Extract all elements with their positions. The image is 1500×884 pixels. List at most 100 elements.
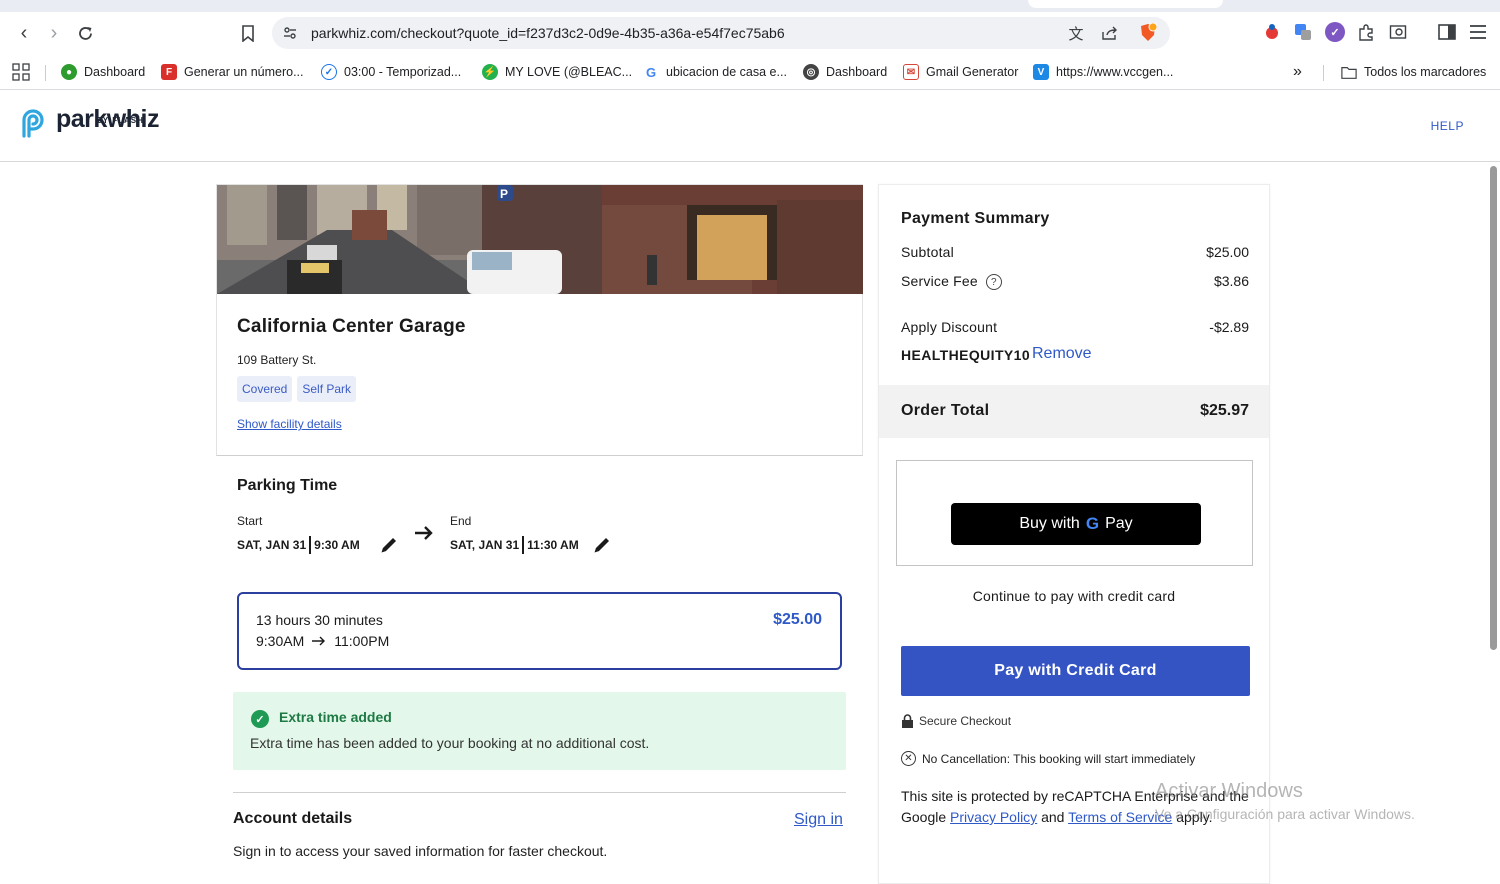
subtotal-label: Subtotal	[901, 244, 954, 260]
subtotal-value: $25.00	[1206, 244, 1249, 260]
order-total-value: $25.97	[1200, 402, 1249, 419]
account-details-title: Account details	[233, 810, 353, 827]
sidebar-toggle-icon[interactable]	[1437, 22, 1457, 42]
parkwhiz-logo-icon	[22, 109, 44, 138]
bookmark-label: Dashboard	[826, 65, 888, 79]
page-scrollbar[interactable]	[1488, 162, 1500, 864]
secure-checkout-label: Secure Checkout	[919, 714, 1012, 728]
facility-photo: P	[217, 185, 863, 294]
lightning-favicon-icon: ⚡	[482, 64, 498, 80]
end-label: End	[450, 514, 472, 528]
end-datetime[interactable]: SAT, JAN 31 11:30 AM	[450, 536, 579, 554]
bookmark-ubicacion[interactable]: Gubicacion de casa e...	[643, 62, 787, 82]
bookmark-label: Gmail Generator	[926, 65, 1019, 79]
bookmark-label: https://www.vccgen...	[1056, 65, 1174, 79]
tag-self-park: Self Park	[297, 376, 357, 402]
url-text: parkwhiz.com/checkout?quote_id=f237d3c2-…	[311, 25, 785, 41]
facility-card: P California Center Garage 109 Battery S…	[216, 184, 863, 456]
help-question-icon[interactable]: ?	[985, 274, 1002, 291]
account-description: Sign in to access your saved information…	[233, 843, 608, 859]
service-fee-value: $3.86	[1213, 273, 1249, 289]
active-tab[interactable]	[1028, 0, 1223, 8]
option-price: $25.00	[773, 611, 822, 628]
start-time: 9:30 AM	[314, 538, 360, 552]
google-favicon-icon: G	[643, 64, 659, 80]
bookmark-temporizador[interactable]: ✓ 03:00 - Temporizad...	[321, 62, 461, 82]
site-settings-icon[interactable]	[280, 23, 300, 43]
datetime-separator	[309, 536, 312, 554]
svg-text:P: P	[500, 187, 508, 201]
payment-summary-card: Payment Summary Subtotal $25.00 Service …	[878, 184, 1270, 884]
secure-checkout: Secure Checkout	[901, 714, 1011, 728]
all-bookmarks-folder[interactable]: Todos los marcadores	[1341, 62, 1486, 82]
extension-translate-icon[interactable]	[1293, 22, 1313, 42]
share-icon[interactable]	[1100, 23, 1120, 43]
service-fee-label: Service Fee	[901, 273, 978, 289]
privacy-policy-link[interactable]: Privacy Policy	[950, 809, 1037, 825]
option-from: 9:30AM	[256, 633, 305, 649]
parking-time-title: Parking Time	[237, 477, 338, 494]
extension-purple-icon[interactable]: ✓	[1325, 22, 1345, 42]
lock-icon	[902, 714, 913, 728]
forward-icon[interactable]: ›	[43, 22, 65, 44]
bookmark-label: Dashboard	[84, 65, 146, 79]
bookmark-dashboard[interactable]: ● Dashboard	[61, 62, 145, 82]
bookmark-gmail-generator[interactable]: ✉ Gmail Generator	[903, 62, 1018, 82]
back-icon[interactable]: ‹	[13, 22, 35, 44]
gpay-suffix: Pay	[1105, 515, 1133, 532]
option-to: 11:00PM	[334, 633, 390, 649]
bookmark-generar-numero[interactable]: F Generar un número...	[161, 62, 304, 82]
reload-icon[interactable]	[74, 22, 96, 44]
extension-ladybug-icon[interactable]	[1262, 22, 1282, 42]
scrollbar-thumb[interactable]	[1490, 166, 1497, 650]
no-cancellation-text: No Cancellation: This booking will start…	[922, 751, 1196, 766]
sign-in-link[interactable]: Sign in	[794, 811, 843, 829]
parking-option-selected[interactable]: 13 hours 30 minutes 9:30AM 11:00PM $25.0…	[237, 592, 842, 670]
logo-subtitle: BY FLASH	[96, 116, 144, 125]
edit-start-pencil-icon[interactable]	[379, 535, 399, 555]
translate-icon[interactable]: 文	[1066, 23, 1086, 43]
arrow-right-icon	[415, 526, 433, 540]
discount-code: HEALTHEQUITY10	[901, 347, 1031, 363]
extensions-puzzle-icon[interactable]	[1356, 22, 1376, 42]
pay-with-credit-card-button[interactable]: Pay with Credit Card	[901, 646, 1250, 696]
site-header: parkwhiz BY FLASH HELP	[0, 90, 1500, 162]
bookmark-my-love[interactable]: ⚡ MY LOVE (@BLEAC...	[482, 62, 632, 82]
option-duration: 13 hours 30 minutes	[256, 612, 383, 628]
dashboard-favicon-icon: ●	[61, 64, 77, 80]
help-link[interactable]: HELP	[1431, 119, 1464, 133]
address-bar[interactable]: parkwhiz.com/checkout?quote_id=f237d3c2-…	[272, 17, 1170, 49]
remove-discount-link[interactable]: Remove	[1032, 345, 1092, 363]
tag-covered: Covered	[237, 376, 293, 402]
windows-activation-watermark: Activar Windows	[1155, 780, 1303, 802]
payment-summary-title: Payment Summary	[901, 210, 1050, 227]
facility-address: 109 Battery St.	[237, 353, 317, 367]
bookmark-label: ubicacion de casa e...	[666, 65, 787, 79]
gmail-generator-favicon-icon: ✉	[903, 64, 919, 80]
start-date: SAT, JAN 31	[237, 538, 307, 552]
apps-grid-icon[interactable]	[12, 62, 30, 82]
buy-with-google-pay-button[interactable]: Buy with G Pay	[951, 503, 1201, 545]
extension-reader-icon[interactable]	[1388, 22, 1408, 42]
bookmark-dashboard-2[interactable]: ◎ Dashboard	[803, 62, 887, 82]
show-facility-details-link[interactable]: Show facility details	[237, 417, 342, 431]
bookmark-vccgen[interactable]: Vhttps://www.vccgen...	[1033, 62, 1173, 82]
extra-time-notice: ✓ Extra time added Extra time has been a…	[233, 692, 846, 770]
section-divider	[233, 792, 846, 793]
menu-icon[interactable]	[1468, 22, 1488, 42]
bookmark-label: 03:00 - Temporizad...	[344, 65, 462, 79]
brave-shield-icon[interactable]	[1138, 23, 1158, 43]
datetime-separator	[522, 536, 525, 554]
end-time: 11:30 AM	[527, 538, 579, 552]
more-bookmarks-icon[interactable]: »	[1293, 62, 1302, 82]
start-datetime[interactable]: SAT, JAN 31 9:30 AM	[237, 536, 360, 554]
x-circle-icon: ✕	[901, 751, 916, 766]
all-bookmarks-label: Todos los marcadores	[1364, 65, 1487, 79]
check-circle-icon: ✓	[251, 710, 269, 728]
bookmark-label: Generar un número...	[184, 65, 304, 79]
google-pay-container: Buy with G Pay	[896, 460, 1253, 566]
bookmark-star-icon[interactable]	[237, 22, 259, 44]
f-favicon-icon: F	[161, 64, 177, 80]
recaptcha-and: and	[1041, 809, 1065, 825]
edit-end-pencil-icon[interactable]	[592, 535, 612, 555]
